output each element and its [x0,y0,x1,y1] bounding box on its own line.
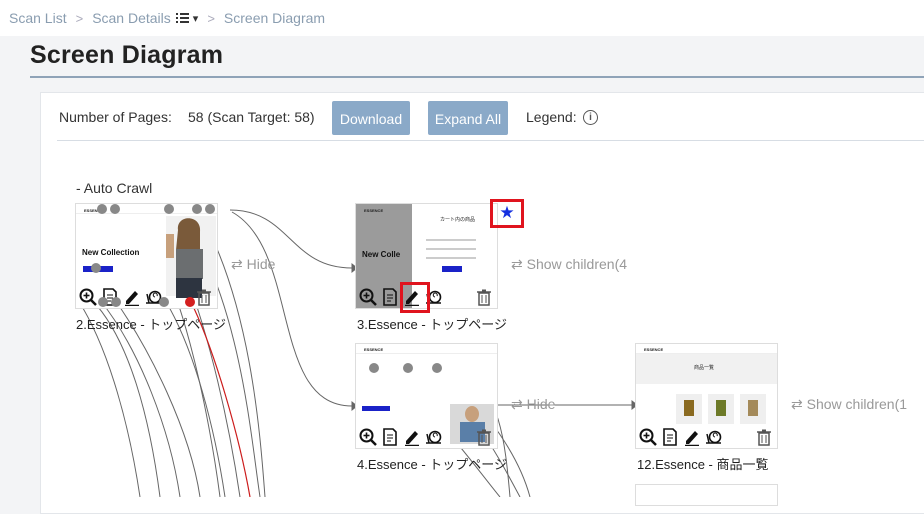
hide-toggle[interactable]: ⇄ Hide [231,256,275,273]
swap-arrows-icon: ⇄ [791,396,803,412]
show-children-toggle[interactable]: ⇄ Show children(4 [511,256,627,273]
swap-arrows-icon: ⇄ [231,256,243,272]
show-children-toggle[interactable]: ⇄ Show children(1 [791,396,907,413]
edge-anchors [91,204,442,373]
hide-toggle[interactable]: ⇄ Hide [511,396,555,413]
swap-arrows-icon: ⇄ [511,256,523,272]
swap-arrows-icon: ⇄ [511,396,523,412]
